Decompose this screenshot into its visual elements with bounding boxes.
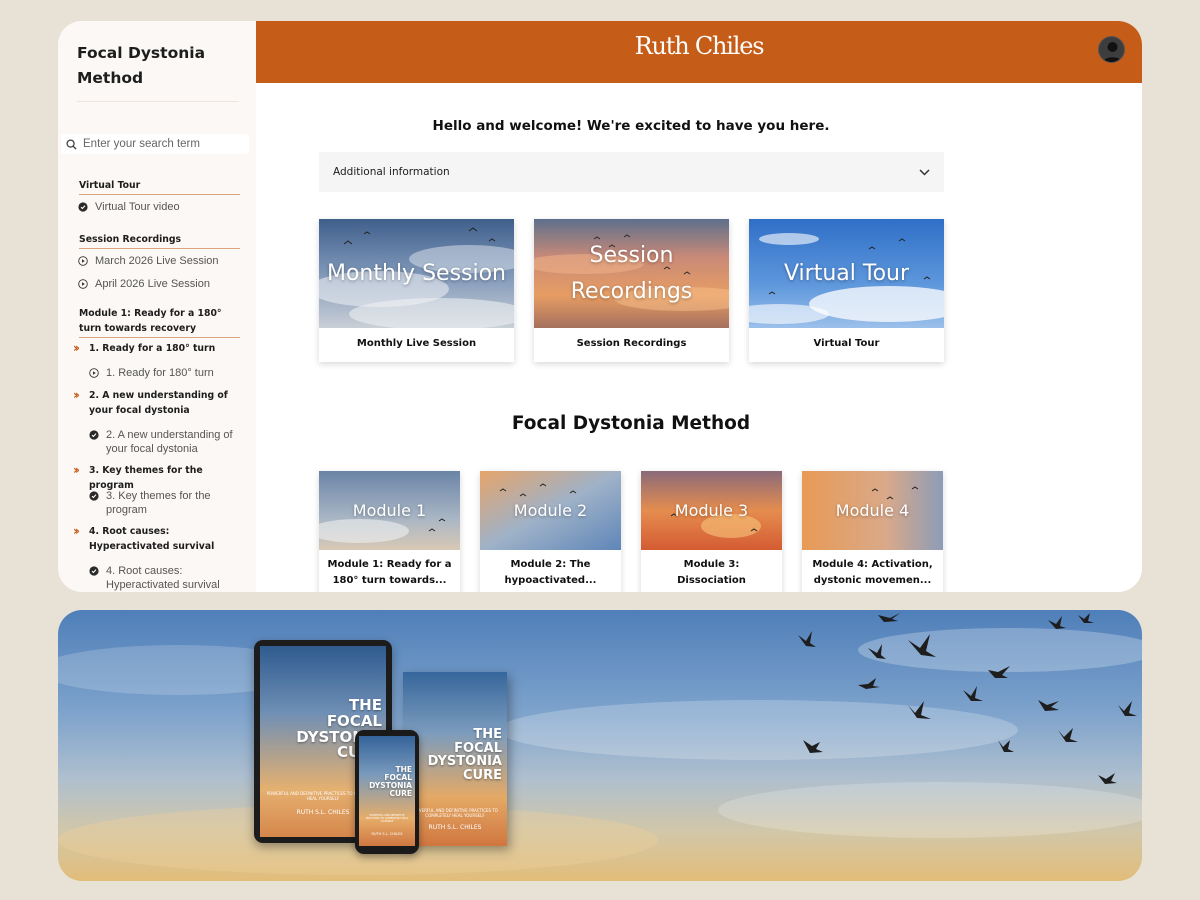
additional-info-accordion[interactable]: Additional information	[319, 152, 944, 192]
lesson-chapter-4[interactable]: 4. Root causes: Hyperactivated survival	[89, 564, 239, 592]
card-virtual-tour[interactable]: Virtual Tour Virtual Tour	[749, 219, 944, 362]
card-image: Monthly Session	[319, 219, 514, 328]
welcome-message: Hello and welcome! We're excited to have…	[432, 118, 830, 134]
user-avatar[interactable]	[1098, 36, 1125, 63]
sidebar-divider	[77, 101, 239, 102]
module-card-1[interactable]: Module 1 Module 1: Ready for a 180° turn…	[319, 471, 460, 592]
module-card-3[interactable]: Module 3 Module 3: Dissociation	[641, 471, 782, 592]
lesson-april-2026[interactable]: April 2026 Live Session	[78, 277, 210, 291]
chapter-label: 4. Root causes: Hyperactivated survival	[89, 526, 215, 552]
course-title: Focal Dystonia Method	[77, 44, 206, 87]
module-image: Module 2	[480, 471, 621, 550]
sky-birds-illustration	[58, 613, 1142, 875]
chapter-4[interactable]: ›› 4. Root causes: Hyperactivated surviv…	[73, 524, 243, 554]
lesson-label: 3. Key themes for the program	[106, 490, 211, 516]
card-image-text: Virtual Tour	[783, 261, 910, 286]
module-caption-line: dystonic movemen...	[813, 575, 932, 586]
card-image: Virtual Tour	[749, 219, 944, 328]
module-caption: Module 1: Ready for a 180° turn towards.…	[319, 557, 460, 589]
chevron-down-icon	[919, 168, 930, 176]
chapter-label: 2. A new understanding of your focal dys…	[89, 390, 228, 416]
module-caption-line: Dissociation	[677, 575, 746, 586]
card-image: Session Recordings	[534, 219, 729, 328]
completed-check-icon	[89, 566, 99, 576]
lesson-march-2026[interactable]: March 2026 Live Session	[78, 254, 219, 268]
search-box[interactable]	[61, 134, 249, 154]
card-image-text-line: Session	[589, 242, 674, 268]
chapter-1[interactable]: ›› 1. Ready for a 180° turn	[73, 341, 243, 356]
module-image-text: Module 2	[513, 501, 588, 520]
module-caption-line: Module 1: Ready for a	[327, 559, 452, 570]
card-image-text: Monthly Session	[326, 261, 507, 286]
lesson-label: 2. A new understanding of your focal dys…	[106, 429, 233, 455]
course-app-window: Focal Dystonia Method Virtual Tour Virtu…	[58, 21, 1142, 592]
chevron-double-right-icon: ››	[73, 388, 80, 402]
lesson-chapter-2[interactable]: 2. A new understanding of your focal dys…	[89, 428, 239, 456]
cover-author: RUTH S.L. CHILES	[371, 832, 403, 836]
lesson-virtual-tour-video[interactable]: Virtual Tour video	[78, 200, 180, 214]
module-caption-line: Module 3:	[683, 559, 740, 570]
card-caption: Session Recordings	[576, 338, 687, 349]
lesson-label: April 2026 Live Session	[95, 278, 210, 290]
completed-check-icon	[89, 430, 99, 440]
section-module-1[interactable]: Module 1: Ready for a 180° turn towards …	[79, 306, 240, 338]
lesson-chapter-3[interactable]: 3. Key themes for the program	[89, 489, 239, 517]
module-image: Module 4	[802, 471, 943, 550]
module-caption: Module 2: The hypoactivated...	[480, 557, 621, 589]
lesson-label: 4. Root causes: Hyperactivated survival	[106, 565, 220, 591]
lesson-label: Virtual Tour video	[95, 201, 180, 213]
search-icon	[66, 138, 77, 150]
module-caption-line: hypoactivated...	[504, 575, 597, 586]
chevron-double-right-icon: ››	[73, 341, 80, 355]
module-image: Module 1	[319, 471, 460, 550]
module-caption-line: Module 4: Activation,	[812, 559, 933, 570]
section-title: Focal Dystonia Method	[511, 413, 751, 434]
course-sidebar: Focal Dystonia Method Virtual Tour Virtu…	[58, 21, 256, 592]
completed-check-icon	[78, 202, 88, 212]
accordion-label: Additional information	[333, 166, 450, 178]
card-session-recordings[interactable]: Session Recordings Session Recordings	[534, 219, 729, 362]
play-circle-icon	[89, 368, 99, 378]
module-image-text: Module 1	[352, 501, 427, 520]
chevron-double-right-icon: ››	[73, 524, 80, 538]
card-caption: Virtual Tour	[813, 338, 880, 349]
module-caption-line: Module 2: The	[510, 559, 591, 570]
cover-title-line: CURE	[389, 788, 413, 798]
chapter-2[interactable]: ›› 2. A new understanding of your focal …	[73, 388, 243, 418]
main-content: Hello and welcome! We're excited to have…	[256, 83, 1142, 592]
module-card-4[interactable]: Module 4 Module 4: Activation, dystonic …	[802, 471, 943, 592]
card-image-text-line: Recordings	[570, 278, 693, 304]
lesson-label: 1. Ready for 180° turn	[106, 367, 214, 379]
module-card-2[interactable]: Module 2 Module 2: The hypoactivated...	[480, 471, 621, 592]
section-session-recordings[interactable]: Session Recordings	[79, 232, 240, 249]
module-caption-line: 180° turn towards...	[332, 575, 447, 586]
card-image-text: Session Recordings	[534, 219, 729, 328]
brand-logo[interactable]: Ruth Chiles	[256, 32, 1142, 60]
play-circle-icon	[78, 279, 88, 289]
module-image-text: Module 4	[835, 501, 910, 520]
module-caption: Module 3: Dissociation	[641, 557, 782, 589]
lesson-label: March 2026 Live Session	[95, 255, 219, 267]
module-image-text: Module 3	[674, 501, 749, 520]
card-caption: Monthly Live Session	[356, 338, 477, 349]
cover-subtitle: POWERFUL AND DEFINITIVE PRACTICES TO COM…	[365, 814, 409, 823]
top-header: Ruth Chiles	[256, 21, 1142, 83]
cover-title: THE FOCAL DYSTONIA CURE	[359, 766, 415, 798]
chapter-label: 1. Ready for a 180° turn	[89, 343, 216, 354]
promo-banner: THE FOCAL DYSTONIA CURE POWERFUL AND DEF…	[58, 610, 1142, 881]
phone-mockup: THE FOCAL DYSTONIA CURE POWERFUL AND DEF…	[355, 730, 419, 854]
card-monthly-session[interactable]: Monthly Session Monthly Live Session	[319, 219, 514, 362]
completed-check-icon	[89, 491, 99, 501]
search-input[interactable]	[83, 138, 233, 150]
chevron-double-right-icon: ››	[73, 463, 80, 477]
section-virtual-tour[interactable]: Virtual Tour	[79, 178, 240, 195]
module-image: Module 3	[641, 471, 782, 550]
module-caption: Module 4: Activation, dystonic movemen..…	[802, 557, 943, 589]
lesson-chapter-1[interactable]: 1. Ready for 180° turn	[89, 366, 239, 380]
book-cover-image: THE FOCAL DYSTONIA CURE POWERFUL AND DEF…	[359, 736, 415, 846]
play-circle-icon	[78, 256, 88, 266]
